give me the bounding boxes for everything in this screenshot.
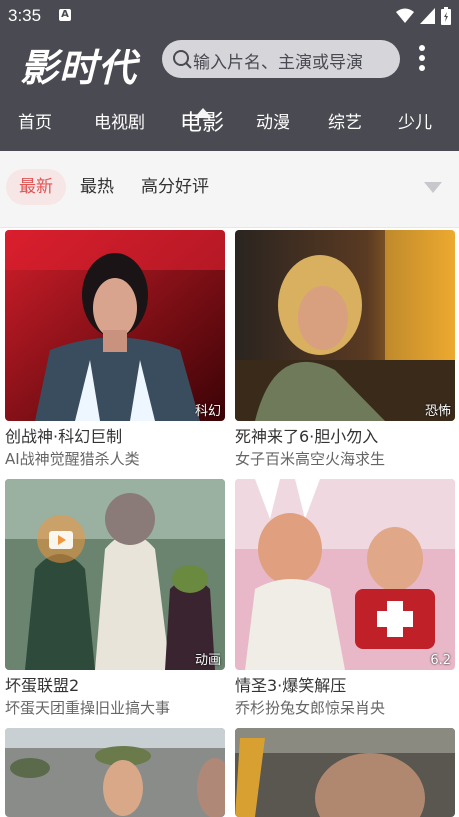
battery-icon bbox=[441, 7, 451, 25]
filter-top-rated[interactable]: 高分好评 bbox=[141, 169, 209, 205]
status-bar: 3:35 A bbox=[0, 0, 459, 33]
movie-poster[interactable]: 动画 bbox=[5, 479, 225, 670]
notification-icon: A bbox=[59, 9, 71, 21]
filter-latest[interactable]: 最新 bbox=[6, 169, 66, 205]
rating-tag: 6.2 bbox=[430, 653, 451, 668]
tab-home[interactable]: 首页 bbox=[18, 108, 52, 133]
movie-poster[interactable] bbox=[235, 728, 455, 817]
genre-tag: 科幻 bbox=[194, 404, 221, 419]
tab-variety[interactable]: 综艺 bbox=[328, 108, 362, 133]
status-icons bbox=[396, 7, 451, 25]
movie-card[interactable]: 动画 坏蛋联盟2 坏蛋天团重操旧业搞大事 bbox=[5, 479, 225, 724]
movie-poster[interactable]: 恐怖 bbox=[235, 230, 455, 421]
search-input[interactable]: 输入片名、主演或导演 bbox=[162, 40, 400, 78]
status-time: 3:35 bbox=[8, 6, 42, 25]
movie-title[interactable]: 创战神·科幻巨制 bbox=[5, 423, 122, 447]
movie-poster[interactable] bbox=[5, 728, 225, 817]
play-icon[interactable] bbox=[37, 515, 85, 563]
tab-kids[interactable]: 少儿 bbox=[398, 108, 432, 133]
active-tab-pointer bbox=[194, 108, 212, 118]
movie-subtitle: AI战神觉醒猎杀人类 bbox=[5, 450, 140, 468]
app-header: 影时代 输入片名、主演或导演 首页 电视剧 电影 动漫 综艺 少儿 bbox=[0, 33, 459, 151]
tab-anime[interactable]: 动漫 bbox=[256, 108, 290, 133]
movie-card[interactable]: 科幻 创战神·科幻巨制 AI战神觉醒猎杀人类 bbox=[5, 230, 225, 475]
movie-title[interactable]: 坏蛋联盟2 bbox=[5, 672, 79, 696]
movie-card[interactable]: 6.2 情圣3·爆笑解压 乔杉扮兔女郎惊呆肖央 bbox=[235, 479, 455, 724]
filter-hottest[interactable]: 最热 bbox=[80, 169, 114, 205]
genre-tag: 动画 bbox=[194, 653, 221, 668]
filter-bar: 最新 最热 高分好评 bbox=[0, 151, 459, 228]
movie-card[interactable]: 恐怖 死神来了6·胆小勿入 女子百米高空火海求生 bbox=[235, 230, 455, 475]
chevron-down-icon[interactable] bbox=[424, 182, 442, 193]
movie-card[interactable] bbox=[5, 728, 225, 817]
search-placeholder: 输入片名、主演或导演 bbox=[193, 53, 363, 73]
movie-title[interactable]: 情圣3·爆笑解压 bbox=[235, 672, 346, 696]
wifi-icon bbox=[396, 8, 414, 23]
category-tabs: 首页 电视剧 电影 动漫 综艺 少儿 bbox=[0, 97, 459, 151]
movie-subtitle: 坏蛋天团重操旧业搞大事 bbox=[5, 699, 171, 717]
movie-grid: 科幻 创战神·科幻巨制 AI战神觉醒猎杀人类 恐怖 死神来了6·胆小勿入 女子百… bbox=[0, 229, 459, 817]
more-menu-icon[interactable] bbox=[414, 43, 430, 75]
movie-poster[interactable]: 6.2 bbox=[235, 479, 455, 670]
movie-subtitle: 女子百米高空火海求生 bbox=[235, 450, 386, 468]
movie-card[interactable] bbox=[235, 728, 455, 817]
movie-subtitle: 乔杉扮兔女郎惊呆肖央 bbox=[235, 699, 386, 717]
tab-tv[interactable]: 电视剧 bbox=[94, 108, 145, 133]
app-logo: 影时代 bbox=[20, 46, 138, 90]
genre-tag: 恐怖 bbox=[424, 404, 451, 419]
signal-icon bbox=[420, 8, 435, 24]
movie-title[interactable]: 死神来了6·胆小勿入 bbox=[235, 423, 378, 447]
movie-poster[interactable]: 科幻 bbox=[5, 230, 225, 421]
search-icon bbox=[173, 50, 192, 69]
